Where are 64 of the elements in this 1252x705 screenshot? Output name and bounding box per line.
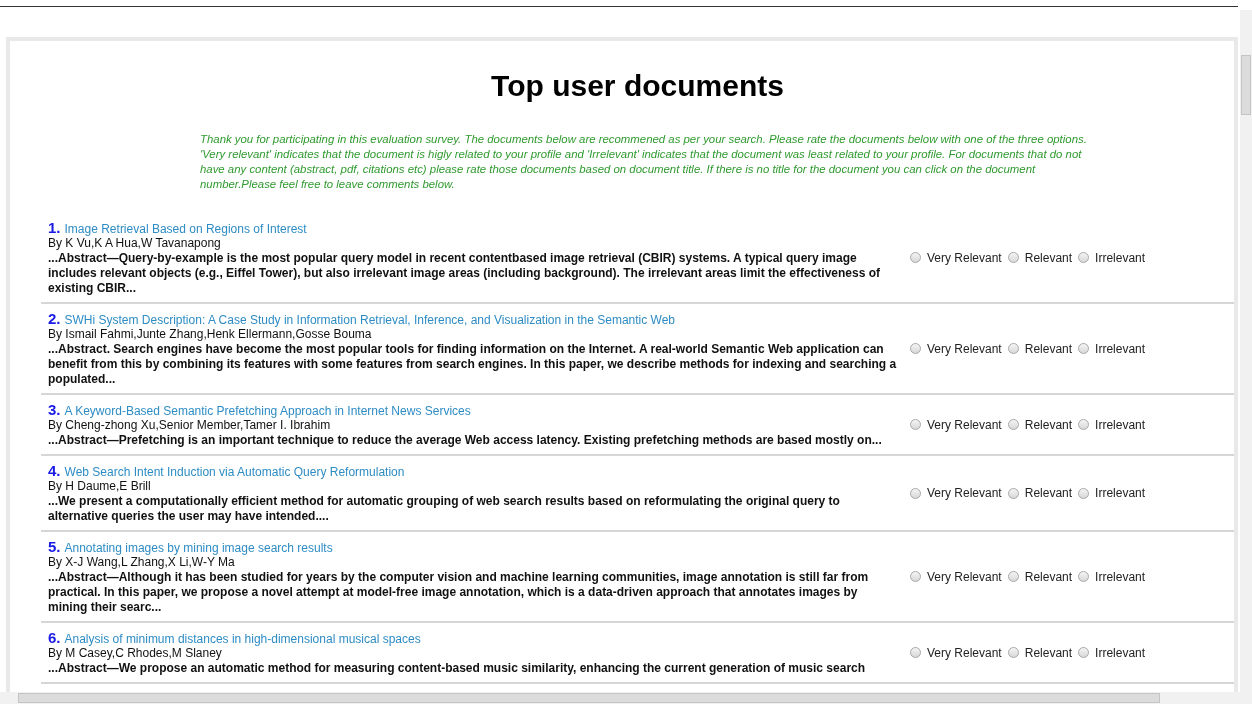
radio-button[interactable] xyxy=(1078,647,1090,658)
radio-label[interactable]: Very Relevant xyxy=(927,341,1002,356)
document-abstract: ...Abstract—Prefetching is an important technique to reduce the average Web access latency. Existing prefetching methods are based mostly on... xyxy=(48,433,883,448)
radio-label[interactable]: Relevant xyxy=(1024,645,1073,660)
document-abstract: ...We present a computationally efficient method for automatic grouping of web search results based on reformulating the original query to alternative queries the user may have intended.... xyxy=(48,494,841,524)
document-number-link[interactable]: 4. xyxy=(48,462,61,479)
radio-label[interactable]: Relevant xyxy=(1024,569,1073,584)
radio-button[interactable] xyxy=(1007,571,1019,582)
document-authors: By H Daume,E Brill xyxy=(48,479,152,494)
radio-button[interactable] xyxy=(1007,343,1019,354)
radio-button[interactable] xyxy=(1078,487,1090,499)
document-title-link[interactable]: Annotating images by mining image search results xyxy=(64,541,333,555)
radio-label[interactable]: Irrelevant xyxy=(1095,417,1146,432)
radio-label[interactable]: Irrelevant xyxy=(1095,645,1146,660)
radio-button[interactable] xyxy=(1007,647,1019,658)
page-title: Top user documents xyxy=(490,68,785,104)
radio-label[interactable]: Irrelevant xyxy=(1095,250,1146,265)
radio-button[interactable] xyxy=(1007,252,1019,263)
radio-label[interactable]: Very Relevant xyxy=(927,250,1002,265)
intro-text: Thank you for participating in this evaluation survey. The documents below are recommened as per your search. Please rate the documents below with one of the three options. 'Very relevant' indicates that the document is higly related to your profile and 'Irrelevant' indicates that the document was least related to your profile. For documents that do not have any content (abstract, pdf, citations etc) please rate those documents based on document title. If there is no title for the document you can click on the document number.Please feel free to leave comments below. xyxy=(200,132,1088,192)
radio-label[interactable]: Relevant xyxy=(1024,250,1073,265)
radio-label[interactable]: Irrelevant xyxy=(1095,341,1146,356)
document-abstract: ...Abstract—Although it has been studied for years by the computer vision and machine learning communities, image annotation is still far from practical. In this paper, we propose a novel attempt at model-free image annotation, which is a data-driven approach that annotates images by mining their searc... xyxy=(48,570,870,615)
radio-button[interactable] xyxy=(1078,571,1090,582)
radio-label[interactable]: Very Relevant xyxy=(927,486,1002,500)
radio-label[interactable]: Irrelevant xyxy=(1095,569,1146,584)
document-authors: By M Casey,C Rhodes,M Slaney xyxy=(48,646,223,661)
radio-button[interactable] xyxy=(1007,487,1019,499)
radio-button[interactable] xyxy=(910,647,921,658)
document-number-link[interactable]: 2. xyxy=(48,310,61,327)
radio-label[interactable]: Relevant xyxy=(1024,341,1073,356)
radio-button[interactable] xyxy=(910,487,921,499)
radio-button[interactable] xyxy=(910,419,921,430)
document-abstract: ...Abstract—Query-by-example is the most popular query model in recent contentbased image retrieval (CBIR) systems. A typical query image includes relevant objects (e.g., Eiffel Tower), but also irrelevant image areas (including background). The irrelevant areas limit the effectiveness of existing CBIR... xyxy=(48,251,881,296)
document-abstract: ...Abstract. Search engines have become the most popular tools for finding information on the Internet. A real-world Semantic Web application can benefit from this by combining its features with some features from search engines. In this paper, we describe methods for indexing and searching a populated... xyxy=(48,342,898,387)
document-number-link[interactable]: 6. xyxy=(48,629,61,646)
radio-button[interactable] xyxy=(1078,252,1090,263)
radio-label[interactable]: Very Relevant xyxy=(927,417,1002,432)
document-title-link[interactable]: Image Retrieval Based on Regions of Interest xyxy=(64,222,307,236)
radio-label[interactable]: Very Relevant xyxy=(927,569,1002,584)
document-authors: By Cheng-zhong Xu,Senior Member,Tamer I. Ibrahim xyxy=(48,418,332,433)
radio-label[interactable]: Relevant xyxy=(1024,486,1073,500)
radio-button[interactable] xyxy=(1078,343,1090,354)
radio-button[interactable] xyxy=(910,571,921,582)
document-title-link[interactable]: SWHi System Description: A Case Study in Information Retrieval, Inference, and Visualization in the Semantic Web xyxy=(64,313,676,327)
document-abstract: ...Abstract—We propose an automatic method for measuring content-based music similarity, enhancing the current generation of music search xyxy=(48,661,867,676)
horizontal-scrollbar[interactable] xyxy=(0,692,1252,704)
radio-label[interactable]: Irrelevant xyxy=(1095,486,1146,500)
document-number-link[interactable]: 1. xyxy=(48,219,61,236)
vertical-scrollbar[interactable] xyxy=(1240,10,1252,692)
document-authors: By X-J Wang,L Zhang,X Li,W-Y Ma xyxy=(48,555,236,570)
document-title-link[interactable]: Web Search Intent Induction via Automatic Query Reformulation xyxy=(64,465,405,479)
document-title-link[interactable]: A Keyword-Based Semantic Prefetching Approach in Internet News Services xyxy=(64,404,471,418)
radio-button[interactable] xyxy=(1007,419,1019,430)
document-number-link[interactable]: 5. xyxy=(48,538,61,555)
radio-button[interactable] xyxy=(910,252,921,263)
document-title-link[interactable]: Analysis of minimum distances in high-dimensional musical spaces xyxy=(64,632,421,646)
document-number-link[interactable]: 3. xyxy=(48,401,61,418)
document-authors: By Ismail Fahmi,Junte Zhang,Henk Ellermann,Gosse Bouma xyxy=(48,327,373,342)
radio-button[interactable] xyxy=(910,343,921,354)
radio-label[interactable]: Relevant xyxy=(1024,417,1073,432)
document-authors: By K Vu,K A Hua,W Tavanapong xyxy=(48,236,222,251)
radio-button[interactable] xyxy=(1078,419,1090,430)
radio-label[interactable]: Very Relevant xyxy=(927,645,1002,660)
